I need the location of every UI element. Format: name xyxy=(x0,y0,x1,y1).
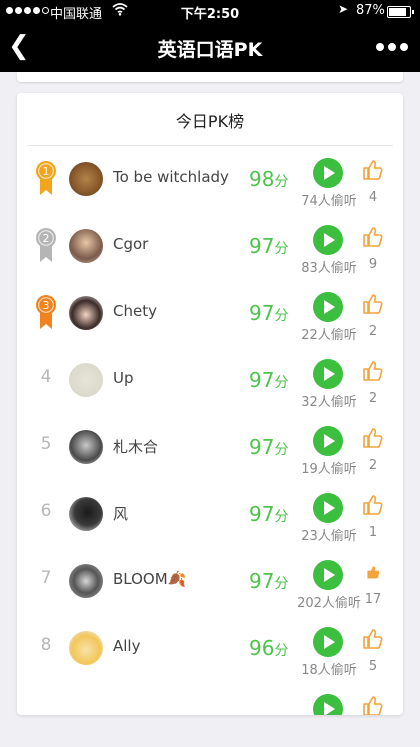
thumbs-up-icon[interactable] xyxy=(361,493,385,517)
thumbs-up-icon[interactable] xyxy=(361,426,385,450)
leaderboard-title: 今日PK榜 xyxy=(175,112,245,131)
avatar[interactable] xyxy=(69,497,103,531)
list-item[interactable]: 2 Cgor 97分 83人偷听 9 xyxy=(17,225,403,292)
avatar[interactable] xyxy=(69,631,103,665)
thumbs-up-icon[interactable] xyxy=(361,158,385,182)
play-icon[interactable] xyxy=(313,225,343,255)
score-unit: 分 xyxy=(274,442,289,458)
score: 96分 xyxy=(249,636,288,660)
thumbs-up-icon[interactable] xyxy=(361,292,385,316)
avatar[interactable] xyxy=(69,162,103,196)
score: 98分 xyxy=(249,167,288,191)
rank-number: 5 xyxy=(40,434,52,454)
play-icon[interactable] xyxy=(313,359,343,389)
avatar[interactable] xyxy=(69,229,103,263)
user-name[interactable]: BLOOM🍂 xyxy=(113,570,186,588)
leaderboard-card: 今日PK榜 1 To be witchlady 98分 74人偷听 4 2 Cg… xyxy=(17,93,403,715)
like-count: 4 xyxy=(368,190,378,205)
like-count: 2 xyxy=(368,458,378,473)
list-item[interactable]: 5 札木合 97分 19人偷听 2 xyxy=(17,426,403,493)
like-count: 9 xyxy=(368,257,378,272)
list-item[interactable]: 3 Chety 97分 22人偷听 2 xyxy=(17,292,403,359)
user-name[interactable]: Up xyxy=(113,369,134,387)
score-value: 97 xyxy=(249,368,275,392)
rank-medal-icon: 3 xyxy=(36,295,56,329)
like-count: 2 xyxy=(368,324,378,339)
previous-card xyxy=(17,72,403,82)
status-bar: 中国联通 下午2:50 ➤ 87% xyxy=(0,0,420,22)
score-value: 97 xyxy=(249,569,275,593)
list-item[interactable]: 6 风 97分 23人偷听 1 xyxy=(17,493,403,560)
thumbs-up-icon[interactable] xyxy=(361,694,385,715)
user-name[interactable]: 风 xyxy=(113,503,128,524)
score-value: 97 xyxy=(249,435,275,459)
play-icon[interactable] xyxy=(313,560,343,590)
battery-icon xyxy=(387,6,414,18)
play-icon[interactable] xyxy=(313,292,343,322)
user-name[interactable]: Cgor xyxy=(113,235,148,253)
rank-number: 7 xyxy=(40,568,52,588)
like-count: 1 xyxy=(368,525,378,540)
like-count: 5 xyxy=(368,659,378,674)
score-value: 96 xyxy=(249,636,275,660)
play-icon[interactable] xyxy=(313,158,343,188)
rank-number: 2 xyxy=(43,232,50,245)
like-count: 17 xyxy=(364,592,382,607)
score-unit: 分 xyxy=(274,643,289,659)
location-icon: ➤ xyxy=(338,2,349,16)
avatar[interactable] xyxy=(69,296,103,330)
avatar[interactable] xyxy=(69,430,103,464)
score-value: 97 xyxy=(249,234,275,258)
user-name[interactable]: Ally xyxy=(113,637,140,655)
rank-number: 3 xyxy=(43,299,50,312)
score-value: 97 xyxy=(249,502,275,526)
divider xyxy=(27,145,393,146)
battery-percent: 87% xyxy=(356,3,385,18)
user-name[interactable]: Chety xyxy=(113,302,157,320)
rank-medal-icon: 2 xyxy=(36,228,56,262)
list-item[interactable]: 8 Ally 96分 18人偷听 5 xyxy=(17,627,403,694)
score-value: 98 xyxy=(249,167,275,191)
score: 97分 xyxy=(249,234,288,258)
play-icon[interactable] xyxy=(313,426,343,456)
user-name[interactable]: 札木合 xyxy=(113,436,158,457)
thumbs-up-icon[interactable] xyxy=(361,560,385,584)
thumbs-up-icon[interactable] xyxy=(361,359,385,383)
score-unit: 分 xyxy=(274,308,289,324)
list-item[interactable]: 7 BLOOM🍂 97分 202人偷听 17 xyxy=(17,560,403,627)
score: 97分 xyxy=(249,301,288,325)
score: 97分 xyxy=(249,502,288,526)
like-count: 2 xyxy=(368,391,378,406)
page-title: 英语口语PK xyxy=(157,39,263,61)
score-unit: 分 xyxy=(274,241,289,257)
play-icon[interactable] xyxy=(313,694,343,715)
thumbs-up-icon[interactable] xyxy=(361,225,385,249)
score: 97分 xyxy=(249,368,288,392)
user-name[interactable]: To be witchlady xyxy=(113,168,229,186)
score-value: 97 xyxy=(249,301,275,325)
avatar[interactable] xyxy=(69,363,103,397)
rank-number: 1 xyxy=(43,165,50,178)
play-icon[interactable] xyxy=(313,627,343,657)
score-unit: 分 xyxy=(274,174,289,190)
score-unit: 分 xyxy=(274,576,289,592)
play-icon[interactable] xyxy=(313,493,343,523)
list-item-partial xyxy=(17,694,403,715)
rank-number: 4 xyxy=(40,367,52,387)
score: 97分 xyxy=(249,435,288,459)
list-item[interactable]: 1 To be witchlady 98分 74人偷听 4 xyxy=(17,158,403,225)
score-unit: 分 xyxy=(274,375,289,391)
list-item[interactable]: 4 Up 97分 32人偷听 2 xyxy=(17,359,403,426)
rank-number: 8 xyxy=(40,635,52,655)
rank-number: 6 xyxy=(40,501,52,521)
avatar[interactable] xyxy=(69,564,103,598)
score: 97分 xyxy=(249,569,288,593)
score-unit: 分 xyxy=(274,509,289,525)
thumbs-up-icon[interactable] xyxy=(361,627,385,651)
rank-medal-icon: 1 xyxy=(36,161,56,195)
more-icon[interactable] xyxy=(376,43,408,51)
nav-bar: ❮ 英语口语PK xyxy=(0,22,420,72)
